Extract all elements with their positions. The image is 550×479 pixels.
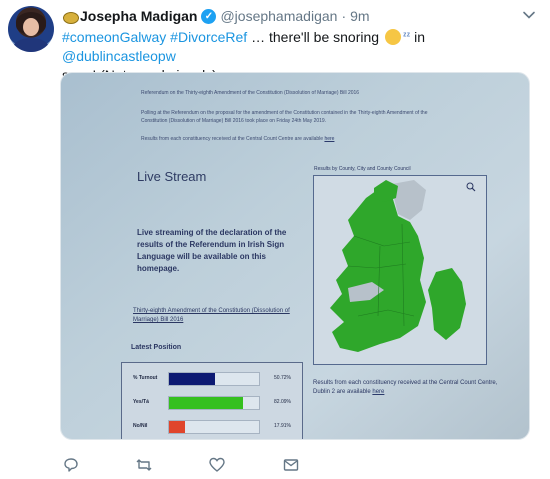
latest-position-heading: Latest Position [131,344,182,351]
photo-results-line: Results from each constituency received … [141,136,334,143]
map-note: Results from each constituency received … [313,379,513,397]
zoom-icon [466,179,476,192]
avatar-coat [13,38,49,52]
result-bar-fill [169,397,243,409]
photo-polling-line-1: Polling at the Referendum on the proposa… [141,110,428,116]
tweet-photo[interactable]: Referendum on the Thirty-eighth Amendmen… [60,72,530,440]
like-heart-icon[interactable] [208,456,226,474]
tweet-text-in: in [410,29,425,45]
result-label: % Turnout [133,375,158,381]
live-stream-title: Live Stream [137,169,207,184]
photo-results-link: here [324,136,335,142]
result-bar-track [168,396,260,410]
hashtag-comeongalway[interactable]: #comeonGalway [62,29,166,45]
map-label: Results by County, City and County Counc… [314,166,411,172]
mention-dublincastleopw[interactable]: @dublincastleopw [62,48,176,64]
map-green-east [428,268,466,340]
photo-polling-line-2: Constitution (Dissolution of Marriage) B… [141,118,327,124]
map-note-link: here [372,389,385,395]
photo-results-text: Results from each constituency received … [141,136,324,142]
result-row-turnout: % Turnout 50.72% [122,367,304,389]
result-row-no: No/Níl 17.91% [122,415,304,437]
verified-badge-icon: ✓ [201,8,217,24]
ireland-results-map [313,175,487,365]
harp-emoji-icon [62,9,79,24]
author-handle[interactable]: @josephamadigan [220,8,337,24]
direct-message-icon[interactable] [282,456,300,474]
result-value: 50.72% [274,375,291,381]
result-row-yes: Yes/Tá 82.09% [122,391,304,413]
map-note-text: Results from each constituency received … [313,380,498,395]
result-value: 17.91% [274,423,291,429]
reply-icon[interactable] [62,456,80,474]
separator: · [341,8,347,24]
result-label: Yes/Tá [133,399,149,405]
avatar[interactable] [8,6,54,52]
result-bar-track [168,372,260,386]
result-label: No/Níl [133,423,148,429]
tweet-text-mid: … there'll be snoring [247,29,383,45]
result-bar-fill [169,373,215,385]
result-bar-fill [169,421,186,433]
tweet-header: Josepha Madigan ✓ @josephamadigan · 9m [62,6,370,26]
result-bar-track [168,420,260,434]
author-name[interactable]: Josepha Madigan [80,8,197,24]
amendment-link: Thirty-eighth Amendment of the Constitut… [133,308,290,323]
retweet-icon[interactable] [135,456,153,474]
photographed-screen: Referendum on the Thirty-eighth Amendmen… [61,73,529,439]
tweet: Josepha Madigan ✓ @josephamadigan · 9m #… [0,0,550,479]
live-stream-body: Live streaming of the declaration of the… [137,228,287,273]
sleeping-face-emoji-icon [384,29,401,45]
chevron-down-icon[interactable] [522,8,536,22]
tweet-actions [62,456,342,474]
tweet-timestamp[interactable]: 9m [350,8,369,24]
ireland-map-svg [330,180,466,352]
results-table: % Turnout 50.72% Yes/Tá 82.09% No/Níl 17… [121,362,304,439]
avatar-face [23,18,39,36]
photo-heading-small: Referendum on the Thirty-eighth Amendmen… [141,90,360,96]
result-value: 82.09% [274,399,291,405]
hashtag-divorceref[interactable]: #DivorceRef [170,29,247,45]
